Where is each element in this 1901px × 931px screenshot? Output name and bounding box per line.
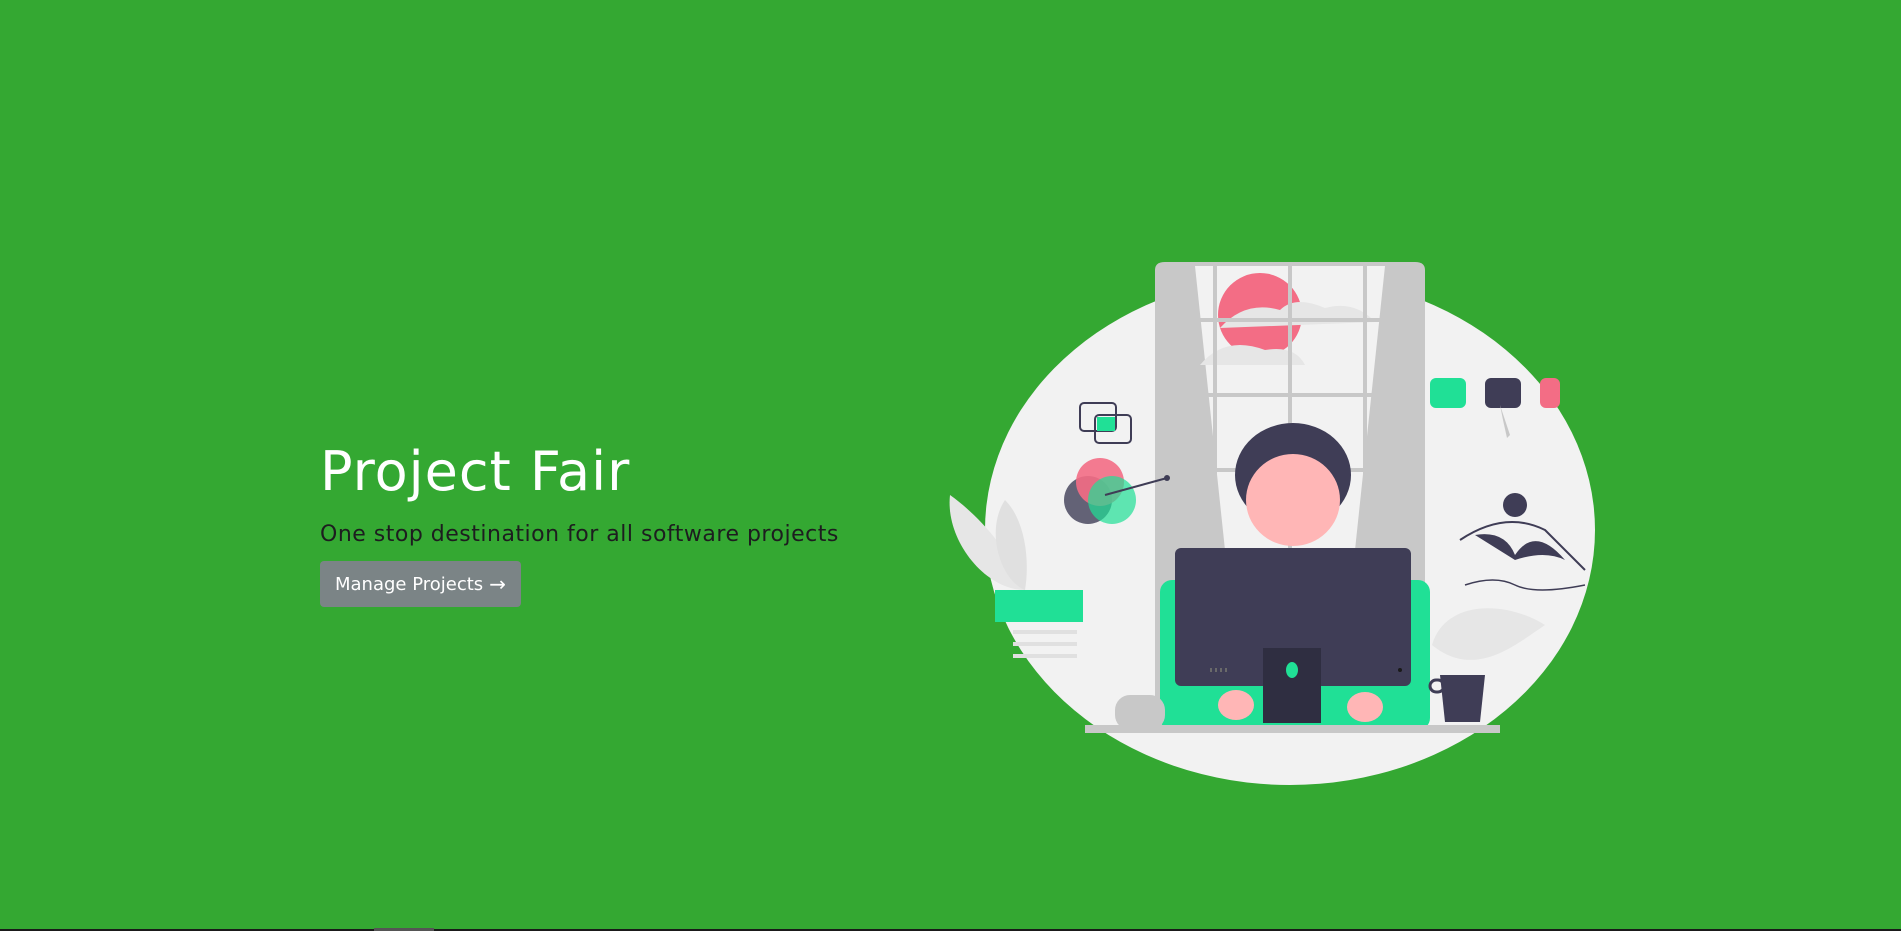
- page-title: Project Fair: [320, 440, 631, 503]
- hero-subtitle: One stop destination for all software pr…: [320, 522, 839, 547]
- mug-icon: [1440, 675, 1485, 722]
- toggle-green-icon: [1430, 378, 1466, 408]
- person-right-hand: [1347, 692, 1383, 722]
- monitor-stand: [1263, 648, 1321, 723]
- sign-green: [995, 590, 1083, 622]
- person-face: [1246, 454, 1340, 546]
- manage-projects-button[interactable]: Manage Projects →: [320, 561, 521, 607]
- toggle-dark-icon: [1485, 378, 1521, 408]
- person-left-hand: [1218, 690, 1254, 720]
- manage-projects-label: Manage Projects: [335, 573, 484, 595]
- arrow-right-icon: →: [489, 572, 506, 596]
- hero-text-block: Project Fair One stop destination for al…: [320, 440, 839, 607]
- person-at-computer-illustration: [949, 262, 1595, 785]
- hero-section: Project Fair One stop destination for al…: [0, 0, 1901, 929]
